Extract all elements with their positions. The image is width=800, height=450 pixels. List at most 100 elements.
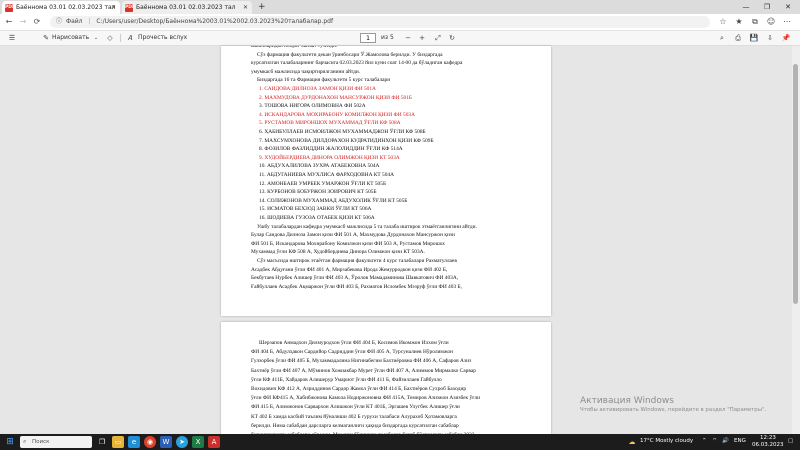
favorite-icon[interactable]: ☆ (716, 14, 730, 30)
scrollbar-thumb[interactable] (793, 63, 798, 304)
volume-icon[interactable]: 🔊 (722, 438, 729, 445)
more-icon[interactable]: ⋯ (780, 14, 794, 30)
excel-icon[interactable]: X (192, 436, 204, 448)
browser-title-bar: PDF Баённома 03.01 02.03.2023 тал ✕ PDF … (0, 0, 800, 14)
document-text-line: ўғли ФИ КФ415 А, Хабибжонова Камола Ноди… (251, 395, 480, 402)
document-text-line: 4. ИСКАНДАРОВА МОХИРАБОНУ КОМИЛЖОН ҚИЗИ … (259, 111, 415, 118)
favorites-bar-icon[interactable]: ★ (732, 14, 746, 30)
vertical-scrollbar[interactable] (792, 46, 800, 434)
url-text: C:/Users/user/Desktop/Баённома%2003.01%2… (96, 18, 334, 25)
document-text-line: 5. РУСТАМОВ МИРОНШОХ МУХАММАД ЎҒЛИ КФ 50… (259, 120, 401, 127)
taskbar: ⊞ ⌕ Поиск ❐ ▭ e ◉ W ➤ X A ☁ 17°C Mostly … (0, 434, 800, 450)
document-text-line: ўғли КФ 411Б, Хайдаров Алишерур Умариот … (251, 376, 442, 383)
browser-tab[interactable]: PDF Баённома 03.01 02.03.2023 тал ✕ (122, 1, 252, 14)
document-text-line: ФИ 415 Б, Алимжонов Сарвархон Алишжон ўғ… (251, 404, 460, 411)
close-tab-icon[interactable]: ✕ (111, 1, 116, 14)
task-view-icon[interactable]: ❐ (96, 436, 108, 448)
start-icon[interactable]: ⊞ (4, 436, 16, 448)
document-text-line: Ушбу талабалардан кафедра умумкасб мажли… (257, 223, 477, 230)
browser-tab[interactable]: PDF Баённома 03.01 02.03.2023 тал ✕ (2, 1, 120, 14)
weather-status[interactable]: 17°C Mostly cloudy (640, 438, 693, 445)
document-text-line: 6. ҲАБИБУЛЛАЕВ ИСМОИЛЖОН МУХАММАДЖОН ЎҒЛ… (259, 129, 426, 135)
toolbar-divider (120, 34, 121, 42)
address-bar: ← → ⟳ ⓘ Файл | C:/Users/user/Desktop/Баё… (0, 14, 800, 31)
profile-icon[interactable]: ☺ (764, 14, 778, 30)
pdf-app-icon[interactable]: A (208, 436, 220, 448)
draw-button[interactable]: Нарисовать (52, 31, 89, 45)
page-total: из 5 (381, 34, 394, 41)
search-icon: ⌕ (23, 438, 27, 445)
draw-menu-icon[interactable]: ⌄ (90, 31, 102, 45)
forward-icon[interactable]: → (17, 14, 29, 30)
document-text-line: Гулзорбек ўғли ФИ 405 Б, Мухаммадалина Н… (251, 358, 472, 365)
edge-icon[interactable]: e (128, 436, 140, 448)
document-text-line: КТ 402 Б хамда касбий таълим йўналиши 40… (251, 413, 457, 420)
document-text-line: Биздаргада 16 та Фармация факультети 5 к… (257, 77, 391, 84)
rotate-icon[interactable]: ↻ (446, 31, 458, 45)
document-text-line: Вохидович КФ 412 А, Азриддинов Сардор Жа… (251, 386, 467, 392)
fit-page-icon[interactable]: ⤢ (432, 31, 444, 45)
read-aloud-button[interactable]: Прочесть вслух (138, 31, 187, 45)
contents-icon[interactable]: ☰ (6, 31, 18, 45)
document-text-line: 13. КУРБОНОВ БОБУРЖОН ЗОИРОВИЧ КТ 505Б (259, 189, 377, 196)
pdf-toolbar: ☰ ✎ Нарисовать ⌄ ◇ 𝐴 Прочесть вслух 1 из… (0, 31, 800, 46)
notifications-icon[interactable]: ▢ (788, 438, 793, 445)
save-icon[interactable]: 💾 (748, 31, 760, 45)
document-text-line: Мухаммад ўғли КФ 508 А, Худойбердиева Ди… (251, 249, 425, 256)
document-text-line: 16. ШОДИЕВА ГУЗОЗА ОТАБЕК ҚИЗИ КТ 506А (259, 215, 375, 221)
zoom-out-icon[interactable]: − (402, 31, 414, 45)
word-icon[interactable]: W (160, 436, 172, 448)
taskbar-search[interactable]: ⌕ Поиск (20, 436, 92, 448)
network-icon[interactable]: ⌔ (712, 438, 717, 445)
zoom-in-icon[interactable]: + (416, 31, 428, 45)
document-text-line: ФИ 501 Б, Искандарова Мохирабону Комилжо… (251, 240, 446, 247)
back-icon[interactable]: ← (3, 14, 15, 30)
print-icon[interactable]: ⎙ (732, 31, 744, 45)
pdf-page: Шерзапов Анмадхон Дилмуродхон ўғли ФИ 40… (221, 322, 551, 450)
info-icon: ⓘ (56, 18, 63, 25)
document-text-line: берилди. Нима сабабдан дарсларга келмага… (251, 422, 459, 429)
url-field[interactable]: ⓘ Файл | C:/Users/user/Desktop/Баённома%… (50, 16, 710, 28)
page-number-input[interactable]: 1 (360, 33, 376, 43)
new-tab-button[interactable]: + (258, 0, 266, 14)
tray-chevron-icon[interactable]: ⌃ (702, 438, 707, 445)
save-as-icon[interactable]: ⇩ (764, 31, 776, 45)
document-text-line: 3. ТОШОВА НИГОРА ОЛИМОВНА ФИ 502А (259, 103, 366, 110)
search-icon[interactable]: ⌕ (716, 31, 728, 45)
document-text-line: Бахтиёр ўғли ФИ 407 А, Мўминов Хожиакбар… (251, 367, 476, 374)
language-indicator[interactable]: ENG (734, 438, 746, 445)
document-text-line: умумкасб мажлисида чақиртирилганини айтд… (251, 68, 361, 75)
chrome-icon[interactable]: ◉ (144, 436, 156, 448)
document-text-line: Бекбутаев Нурбек Алишер ўғли ФИ 403 А, Ў… (251, 275, 459, 282)
weather-icon[interactable]: ☁ (626, 436, 638, 448)
maximize-button[interactable]: ❐ (757, 0, 777, 14)
close-window-button[interactable]: ✕ (778, 0, 798, 14)
minimize-button[interactable]: — (736, 0, 756, 14)
file-explorer-icon[interactable]: ▭ (112, 436, 124, 448)
document-text-line: 12. АМОНБАЕВ УМРБЕК УМАРЖОН ЎҒЛИ КТ 505Б (259, 180, 387, 187)
telegram-icon[interactable]: ➤ (176, 436, 188, 448)
read-aloud-icon[interactable]: 𝐴 (124, 31, 136, 45)
document-text-line: 1. САИДОВА ДИЛНОЗА ЗАМОН ҚИЗИ ФИ 501А (259, 86, 376, 92)
document-text-line: 15. ИСМАТОВ БЕХЗОД ЗАВКИ ЎҒЛИ КТ 506А (259, 206, 372, 213)
collections-icon[interactable]: ⧉ (748, 14, 762, 30)
document-text-line: ФИ 404 Б, Абдулҳакон Сардийор Садриддин … (251, 349, 454, 356)
document-text-line: Шерзапов Анмадхон Дилмуродхон ўғли ФИ 40… (259, 340, 449, 346)
pdf-page: вакилларидан иборат хайъат тузилди. Сўз ф… (221, 46, 551, 316)
url-separator: | (88, 18, 91, 25)
clock-date[interactable]: 06.03.2023 (752, 442, 784, 449)
document-text-line: Булар Саидова Дилноза Замон қизи ФИ 501 … (251, 232, 455, 239)
document-text-line: курсатилган талабаларнинг барчасига 02.0… (251, 60, 463, 67)
close-tab-icon[interactable]: ✕ (243, 1, 248, 14)
eraser-icon[interactable]: ◇ (104, 31, 116, 45)
document-text-line: 14. СОЛИЖОНОВ МУХАММАД АБДУХОЛИК ЎҒЛИ КТ… (259, 197, 408, 204)
tab-title: Баённома 03.01 02.03.2023 тал (136, 4, 236, 11)
tab-title: Баённома 03.01 02.03.2023 тал (16, 4, 116, 11)
draw-icon[interactable]: ✎ (40, 31, 52, 45)
pin-icon[interactable]: 📌 (780, 31, 792, 45)
document-text-line: Асадбек Абдуғани ўғли ФИ 401 А, Мирзабек… (251, 266, 448, 273)
clock-time[interactable]: 12:23 (760, 435, 776, 442)
document-text-line: Ғайбуллаев Асадбек Ақмаржон ўғли ФИ 403 … (251, 283, 462, 290)
document-text-line: 2. МАХМУДОВА ДУРДОНАХОН МАНСУРЖОН ҚИЗИ Ф… (259, 94, 413, 101)
refresh-icon[interactable]: ⟳ (31, 14, 43, 30)
